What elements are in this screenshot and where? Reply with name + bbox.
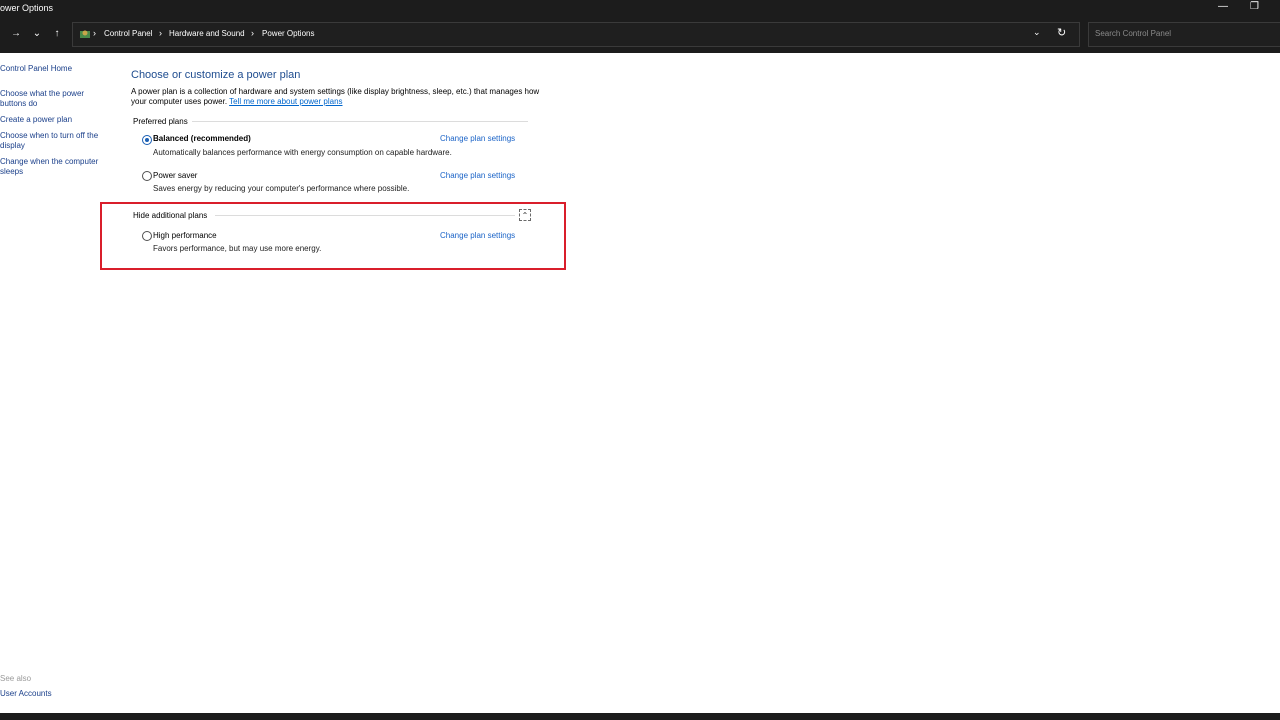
breadcrumb-hardware-and-sound[interactable]: Hardware and Sound xyxy=(169,29,245,38)
page-description: A power plan is a collection of hardware… xyxy=(131,87,541,107)
sidebar-item-control-panel-home[interactable]: Control Panel Home xyxy=(0,64,110,74)
change-plan-settings-power-saver[interactable]: Change plan settings xyxy=(440,171,515,180)
plan-name-power-saver[interactable]: Power saver xyxy=(153,171,197,180)
sidebar-item-create-plan[interactable]: Create a power plan xyxy=(0,115,110,125)
chevron-right-icon: › xyxy=(93,28,96,38)
radio-power-saver[interactable] xyxy=(142,171,152,181)
plan-name-balanced[interactable]: Balanced (recommended) xyxy=(153,134,251,143)
sidebar-item-power-buttons[interactable]: Choose what the power buttons do xyxy=(0,89,110,109)
learn-more-link[interactable]: Tell me more about power plans xyxy=(229,97,342,106)
restore-icon[interactable]: ❐ xyxy=(1250,1,1259,13)
change-plan-settings-high-performance[interactable]: Change plan settings xyxy=(440,231,515,240)
refresh-icon[interactable]: ↻ xyxy=(1057,26,1066,39)
sidebar-item-computer-sleeps[interactable]: Change when the computer sleeps xyxy=(0,157,110,177)
divider xyxy=(192,121,528,122)
plan-description-high-performance: Favors performance, but may use more ene… xyxy=(153,244,322,253)
plan-description-power-saver: Saves energy by reducing your computer's… xyxy=(153,184,410,193)
arrow-up-icon[interactable]: ↑ xyxy=(50,27,64,41)
address-dropdown-icon[interactable]: ⌄ xyxy=(1033,27,1041,38)
minimize-icon[interactable]: — xyxy=(1218,1,1228,13)
search-input[interactable]: Search Control Panel xyxy=(1088,22,1280,47)
plan-description-balanced: Automatically balances performance with … xyxy=(153,148,452,157)
sidebar-item-turn-off-display[interactable]: Choose when to turn off the display xyxy=(0,131,110,151)
breadcrumb-control-panel[interactable]: Control Panel xyxy=(104,29,152,38)
arrow-right-icon[interactable]: → xyxy=(9,27,23,41)
breadcrumb-power-options[interactable]: Power Options xyxy=(262,29,314,38)
divider xyxy=(215,215,515,216)
address-bar[interactable]: › Control Panel › Hardware and Sound › P… xyxy=(72,22,1080,47)
chevron-up-icon[interactable]: ⌃ xyxy=(519,209,531,221)
hide-additional-plans-label[interactable]: Hide additional plans xyxy=(133,211,207,220)
user-accounts-link[interactable]: User Accounts xyxy=(0,689,52,698)
chevron-right-icon: › xyxy=(159,28,162,38)
taskbar xyxy=(0,713,1280,720)
navigation-bar: → ⌄ ↑ › Control Panel › Hardware and Sou… xyxy=(0,17,1280,53)
plan-name-high-performance[interactable]: High performance xyxy=(153,231,217,240)
chevron-right-icon: › xyxy=(251,28,254,38)
radio-high-performance[interactable] xyxy=(142,231,152,241)
change-plan-settings-balanced[interactable]: Change plan settings xyxy=(440,134,515,143)
control-panel-icon xyxy=(80,30,90,38)
chevron-down-icon[interactable]: ⌄ xyxy=(30,27,44,41)
page-title: Choose or customize a power plan xyxy=(131,69,301,81)
see-also-label: See also xyxy=(0,674,32,683)
search-placeholder: Search Control Panel xyxy=(1095,29,1172,38)
radio-balanced[interactable] xyxy=(142,135,152,145)
title-bar: ower Options — ❐ xyxy=(0,0,1280,17)
preferred-plans-label: Preferred plans xyxy=(133,117,188,126)
window-title: ower Options xyxy=(0,3,54,13)
